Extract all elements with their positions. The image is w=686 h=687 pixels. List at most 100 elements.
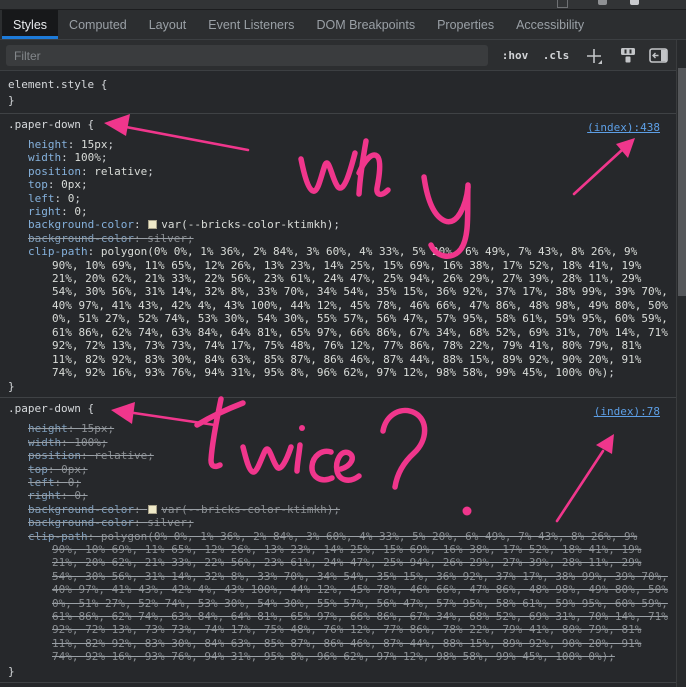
- css-property-left[interactable]: left: 0;: [8, 192, 668, 205]
- property-semicolon: ;: [107, 138, 115, 151]
- property-semicolon: ;: [81, 489, 88, 503]
- property-colon: :: [61, 205, 75, 219]
- rule-selector[interactable]: .paper-down {: [8, 402, 94, 415]
- sidebar-toggle-button[interactable]: [645, 40, 671, 71]
- property-name: height: [28, 422, 68, 436]
- property-value: var(--bricks-color-ktimkh): [161, 502, 334, 516]
- property-semicolon: ;: [81, 178, 88, 192]
- property-semicolon: ;: [147, 164, 154, 178]
- css-property-height[interactable]: height: 15px;: [8, 138, 668, 151]
- css-property-right[interactable]: right: 0;: [8, 205, 668, 218]
- css-rule-paper-down-1: .paper-down { (index):438 height: 15px; w…: [0, 114, 676, 399]
- css-property-position[interactable]: position: relative;: [8, 165, 668, 178]
- property-value: 100%: [74, 151, 101, 165]
- elements-panel-tabbar: Styles Computed Layout Event Listeners D…: [0, 10, 686, 40]
- toggle-hover-states-button[interactable]: :hov: [498, 40, 532, 71]
- property-name: top: [28, 178, 48, 192]
- property-name: left: [28, 191, 55, 205]
- styles-pane-content: element.style { } .paper-down { (index):…: [0, 72, 676, 687]
- element-style-close-brace: }: [8, 94, 15, 107]
- property-value: 15px: [81, 138, 108, 151]
- color-swatch[interactable]: [148, 504, 158, 514]
- css-property-background-color[interactable]: background-color: var(--bricks-color-kti…: [8, 503, 668, 516]
- css-property-left[interactable]: left: 0;: [8, 476, 668, 489]
- sidebar-toggle-icon: [648, 48, 668, 63]
- brush-icon: [621, 48, 635, 63]
- property-value: 15px: [81, 422, 108, 436]
- property-semicolon: ;: [100, 435, 108, 449]
- property-colon: :: [61, 489, 75, 503]
- css-property-width[interactable]: width: 100%;: [8, 151, 668, 164]
- css-property-clip-path[interactable]: clip-path: polygon(0% 0%, 1% 36%, 2% 84%…: [8, 245, 668, 379]
- css-property-position[interactable]: position: relative;: [8, 449, 668, 462]
- element-style-selector[interactable]: element.style {: [8, 77, 668, 93]
- css-property-right[interactable]: right: 0;: [8, 489, 668, 502]
- property-semicolon: ;: [81, 205, 88, 219]
- property-value: var(--bricks-color-ktimkh): [161, 218, 334, 232]
- property-colon: :: [133, 516, 148, 530]
- property-name: height: [28, 138, 68, 151]
- property-colon: :: [54, 191, 68, 205]
- css-property-background-color[interactable]: background-color: var(--bricks-color-kti…: [8, 218, 668, 231]
- property-colon: :: [67, 422, 81, 436]
- plus-icon: [587, 48, 602, 64]
- property-colon: :: [61, 435, 75, 449]
- property-name: background-color: [28, 516, 134, 530]
- tab-properties[interactable]: Properties: [426, 10, 505, 39]
- property-name: background-color: [28, 231, 134, 245]
- property-value: 0px: [61, 462, 81, 476]
- property-colon: :: [87, 529, 101, 543]
- css-rule-paper-down-2: .paper-down { (index):78 height: 15px; wi…: [0, 398, 676, 683]
- css-property-background-color[interactable]: background-color: silver;: [8, 516, 668, 529]
- scrollbar-thumb[interactable]: [678, 68, 686, 296]
- styles-toolbar: :hov .cls: [0, 40, 686, 71]
- property-name: clip-path: [28, 529, 88, 543]
- property-semicolon: ;: [333, 502, 341, 516]
- css-property-background-color[interactable]: background-color: silver;: [8, 232, 668, 245]
- property-name: background-color: [28, 218, 134, 232]
- property-colon: :: [133, 502, 148, 516]
- property-value: 0: [74, 205, 81, 219]
- property-name: right: [28, 489, 62, 503]
- property-name: top: [28, 462, 48, 476]
- tab-event-listeners[interactable]: Event Listeners: [197, 10, 305, 39]
- tab-accessibility[interactable]: Accessibility: [505, 10, 595, 39]
- color-swatch[interactable]: [148, 220, 158, 230]
- property-colon: :: [87, 245, 101, 259]
- new-style-rule-button[interactable]: [582, 40, 606, 71]
- property-colon: :: [47, 178, 62, 192]
- toolbar-icon-fragment: [557, 0, 568, 8]
- property-name: clip-path: [28, 245, 88, 259]
- tab-dom-breakpoints[interactable]: DOM Breakpoints: [305, 10, 426, 39]
- stylesheet-source-link[interactable]: (index):438: [587, 120, 660, 135]
- vertical-scrollbar[interactable]: [676, 40, 686, 687]
- tab-layout[interactable]: Layout: [138, 10, 198, 39]
- property-semicolon: ;: [107, 422, 115, 436]
- toggle-classes-button[interactable]: .cls: [540, 40, 572, 71]
- property-colon: :: [47, 462, 62, 476]
- css-property-top[interactable]: top: 0px;: [8, 463, 668, 476]
- css-property-height[interactable]: height: 15px;: [8, 422, 668, 435]
- property-name: left: [28, 475, 55, 489]
- element-style-section: element.style { }: [0, 72, 676, 114]
- brush-button[interactable]: [614, 40, 642, 71]
- tab-styles[interactable]: Styles: [2, 10, 59, 39]
- rule-selector[interactable]: .paper-down {: [8, 118, 94, 131]
- toolbar-icon-fragment: [598, 0, 607, 5]
- property-semicolon: ;: [100, 151, 108, 165]
- property-name: position: [28, 449, 81, 463]
- tab-computed[interactable]: Computed: [58, 10, 138, 39]
- css-property-width[interactable]: width: 100%;: [8, 436, 668, 449]
- property-colon: :: [61, 151, 75, 165]
- property-semicolon: ;: [608, 650, 615, 664]
- property-semicolon: ;: [186, 516, 194, 530]
- browser-toolbar-sliver: [0, 0, 686, 10]
- property-colon: :: [133, 231, 148, 245]
- stylesheet-source-link[interactable]: (index):78: [594, 404, 660, 419]
- property-list: height: 15px; width: 100%; position: relat…: [8, 422, 668, 663]
- css-property-clip-path[interactable]: clip-path: polygon(0% 0%, 1% 36%, 2% 84%…: [8, 530, 668, 664]
- property-semicolon: ;: [608, 365, 615, 379]
- css-property-top[interactable]: top: 0px;: [8, 178, 668, 191]
- filter-input[interactable]: [6, 45, 488, 66]
- property-name: width: [28, 435, 62, 449]
